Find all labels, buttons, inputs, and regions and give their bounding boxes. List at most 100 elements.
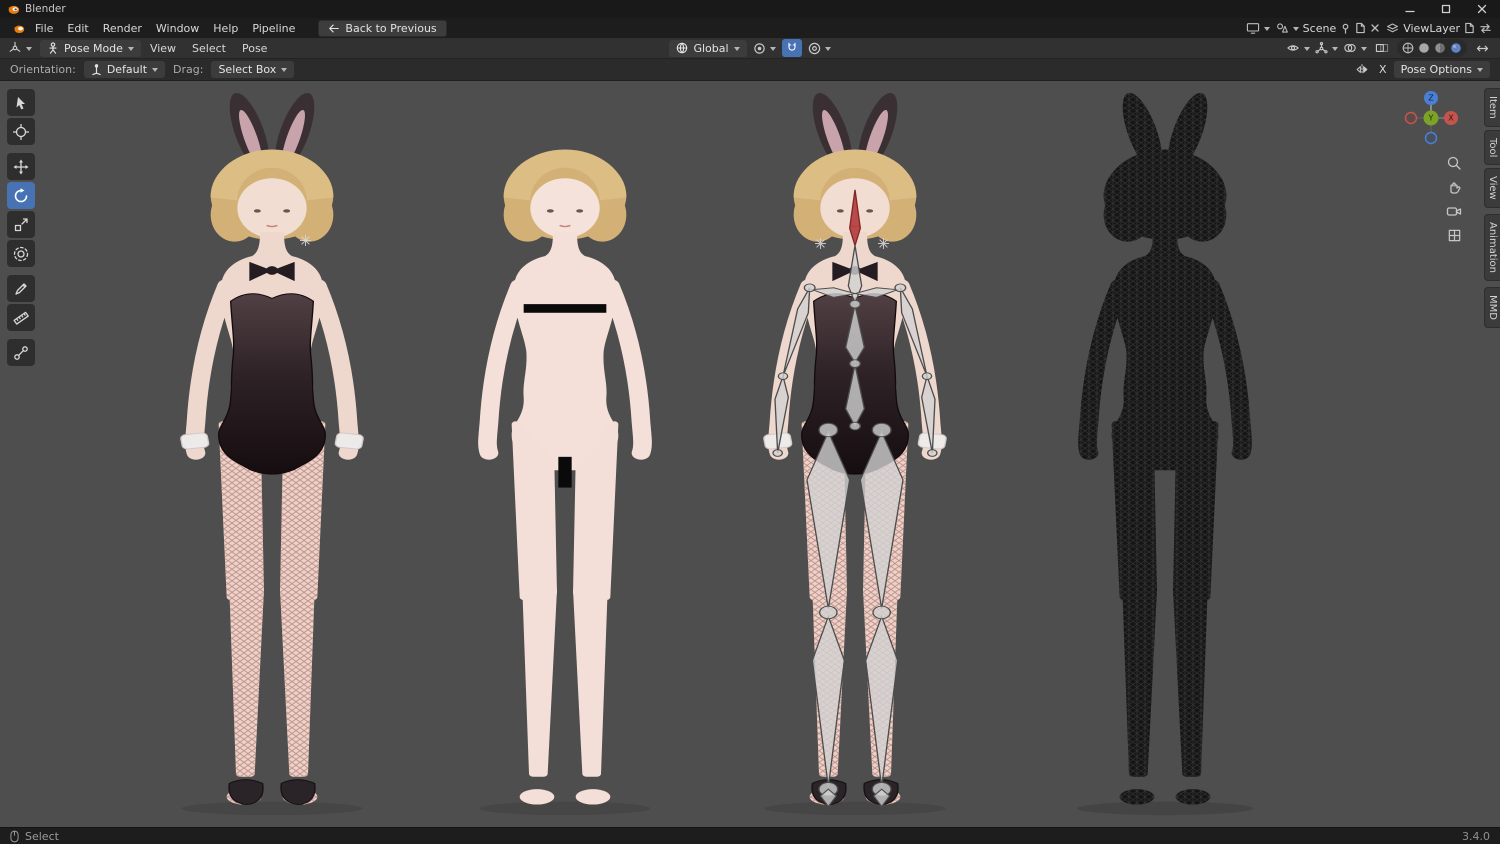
tab-item[interactable]: Item	[1484, 88, 1500, 127]
navigation-gizmo[interactable]: Z X Y	[1403, 90, 1459, 146]
maximize-button[interactable]	[1428, 0, 1464, 18]
menu-pose[interactable]: Pose	[235, 40, 274, 57]
transform-orientation-label: Global	[693, 41, 729, 55]
tool-cursor[interactable]	[7, 118, 35, 145]
axes-icon	[92, 64, 101, 75]
tool-transform[interactable]	[7, 240, 35, 267]
transform-orientation-dropdown[interactable]: Global	[669, 39, 747, 57]
chevron-down-icon	[281, 68, 288, 72]
ortho-grid-control[interactable]	[1444, 225, 1464, 245]
tab-tool[interactable]: Tool	[1484, 129, 1500, 166]
menu-select[interactable]: Select	[185, 40, 233, 57]
orientation-value: Default	[106, 63, 148, 76]
new-scene-icon[interactable]	[1355, 22, 1366, 34]
proportional-edit-dropdown[interactable]	[808, 42, 831, 55]
bone-shape-marker	[815, 238, 826, 249]
menu-view[interactable]: View	[143, 40, 183, 57]
swap-arrows-icon[interactable]	[1479, 23, 1492, 34]
screen-layout-icon	[1246, 23, 1259, 34]
mode-select-label: Pose Mode	[64, 41, 123, 55]
new-viewlayer-icon[interactable]	[1464, 22, 1475, 34]
model-figure-textured[interactable]	[112, 88, 432, 818]
status-action-hint: Select	[25, 829, 59, 843]
overlays-icon	[1344, 44, 1356, 52]
back-to-previous-button[interactable]: Back to Previous	[318, 19, 447, 37]
tab-mmd[interactable]: MMD	[1484, 286, 1500, 328]
overlays-dropdown[interactable]	[1343, 42, 1367, 54]
menu-window[interactable]: Window	[149, 20, 206, 37]
chevron-down-icon	[127, 46, 134, 51]
tab-view[interactable]: View	[1484, 168, 1500, 208]
snap-toggle[interactable]	[781, 39, 802, 57]
unlink-x-icon[interactable]	[1370, 23, 1380, 33]
tool-move[interactable]	[7, 153, 35, 180]
model-figure-wireframe[interactable]	[1005, 88, 1325, 818]
orientation-dropdown[interactable]: Default	[83, 61, 166, 78]
gizmo-axis-z-negative[interactable]	[1424, 131, 1438, 145]
scene-icon	[1276, 23, 1288, 33]
minimize-button[interactable]	[1392, 0, 1428, 18]
chevron-down-icon	[152, 68, 159, 72]
visibility-dropdown[interactable]	[1286, 42, 1310, 54]
chevron-down-icon	[1304, 46, 1310, 51]
scene-name: Scene	[1302, 21, 1337, 35]
proportional-edit-icon	[808, 42, 820, 54]
menu-render[interactable]: Render	[96, 20, 149, 37]
shading-rendered-button[interactable]	[1450, 42, 1462, 54]
bone-shape-marker	[300, 235, 311, 246]
blender-menu-icon[interactable]	[8, 19, 28, 37]
chevron-down-icon	[733, 46, 740, 51]
shading-wireframe-button[interactable]	[1402, 42, 1414, 54]
tab-animation[interactable]: Animation	[1484, 213, 1500, 281]
chevron-down-icon	[26, 46, 32, 51]
shading-mode-group	[1397, 39, 1467, 57]
model-figure-base-body[interactable]	[405, 88, 725, 818]
tool-annotate[interactable]	[7, 275, 35, 302]
camera-view-control[interactable]	[1444, 201, 1464, 221]
zoom-control[interactable]	[1444, 153, 1464, 173]
viewport-header: Pose Mode View Select Pose Global	[0, 38, 1500, 59]
pose-mode-icon	[49, 41, 57, 54]
mirror-toggle[interactable]	[1352, 61, 1372, 79]
chevron-down-icon	[1361, 46, 1367, 51]
xray-toggle[interactable]	[1372, 39, 1392, 57]
mode-select-dropdown[interactable]: Pose Mode	[40, 39, 141, 57]
workspace-layout-dropdown[interactable]	[1246, 22, 1270, 34]
drag-dropdown[interactable]: Select Box	[211, 61, 295, 78]
hand-icon	[1450, 182, 1461, 194]
gizmo-x-label: X	[1448, 114, 1454, 123]
menu-help[interactable]: Help	[206, 20, 245, 37]
expand-header-toggle[interactable]	[1472, 39, 1492, 57]
close-button[interactable]	[1464, 0, 1500, 18]
drag-label: Drag:	[173, 63, 204, 76]
menu-edit[interactable]: Edit	[60, 20, 95, 37]
menu-file[interactable]: File	[28, 20, 60, 37]
viewport-3d[interactable]: Z X Y Item Tool View Animation MMD	[0, 81, 1500, 827]
pivot-point-dropdown[interactable]	[753, 42, 776, 55]
scene-selector[interactable]: Scene	[1276, 22, 1381, 35]
chevron-down-icon	[1477, 68, 1483, 72]
shading-solid-button[interactable]	[1418, 42, 1430, 54]
gizmo-axis-x-negative[interactable]	[1404, 111, 1418, 125]
tool-tweak-select[interactable]	[7, 89, 35, 116]
editor-type-dropdown[interactable]	[8, 41, 32, 55]
gizmo-y-label: Y	[1428, 114, 1434, 123]
gizmos-dropdown[interactable]	[1315, 41, 1338, 55]
globe-icon	[677, 42, 688, 54]
shading-material-button[interactable]	[1434, 42, 1446, 54]
tool-measure[interactable]	[7, 304, 35, 331]
tool-settings-bar: Orientation: Default Drag: Select Box X …	[0, 59, 1500, 81]
pan-control[interactable]	[1444, 177, 1464, 197]
model-figure-armature[interactable]	[695, 88, 1015, 818]
mirror-x-label: X	[1379, 63, 1387, 76]
tool-rotate[interactable]	[7, 182, 35, 209]
tool-scale[interactable]	[7, 211, 35, 238]
visibility-eye-icon	[1287, 45, 1299, 51]
tool-column	[7, 89, 35, 366]
pin-icon[interactable]	[1340, 23, 1351, 34]
viewlayer-selector[interactable]: ViewLayer	[1386, 22, 1492, 35]
pose-options-dropdown[interactable]: Pose Options	[1393, 61, 1490, 78]
tool-pose-breakdowner[interactable]	[7, 339, 35, 366]
bone-shape-marker	[878, 238, 889, 249]
menu-pipeline[interactable]: Pipeline	[245, 20, 302, 37]
